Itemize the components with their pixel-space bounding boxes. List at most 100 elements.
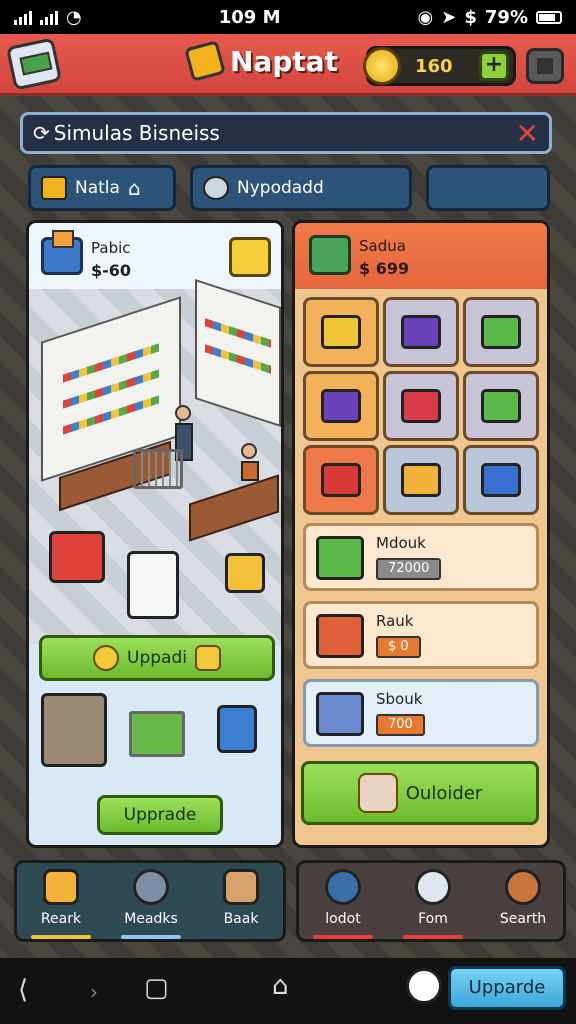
hammer-icon: [184, 40, 226, 82]
dock-label: Meadks: [124, 911, 178, 927]
battery-level: 79%: [484, 6, 528, 28]
tab-empty[interactable]: [426, 165, 550, 211]
coin-icon: [93, 645, 120, 671]
crate-icon: [43, 869, 79, 905]
dock-item-fom[interactable]: Fom: [393, 869, 473, 939]
item-value: 700: [376, 714, 425, 736]
grid-item[interactable]: [383, 371, 459, 441]
dock-item-meadks[interactable]: Meadks: [111, 869, 191, 939]
star-icon[interactable]: [229, 237, 271, 277]
cash-register-icon: [309, 235, 351, 275]
search-bar[interactable]: ⟳ Simulas Bisneiss ✕: [20, 112, 552, 154]
shopping-cart: [133, 449, 183, 489]
grid-item[interactable]: [383, 445, 459, 515]
search-text: Simulas Bisneiss: [53, 121, 220, 145]
top-header: Naptat 160 +: [0, 34, 576, 96]
inventory-panel: Sadua $ 699 Mdouk 72000 Rauk $ 0 Sbouk 7…: [292, 220, 550, 848]
dollar-icon: $: [464, 6, 477, 28]
upgrade-label-2: Upprade: [123, 805, 197, 825]
dock-item-searth[interactable]: Searth: [483, 869, 563, 939]
signal-icon: [14, 9, 32, 25]
item-name: Rauk: [376, 612, 414, 630]
grid-item[interactable]: [303, 371, 379, 441]
inventory-price: $ 699: [359, 259, 410, 278]
film-reel-icon[interactable]: [406, 968, 442, 1004]
dock-item-baak[interactable]: Baak: [201, 869, 281, 939]
item-card[interactable]: Rauk $ 0: [303, 601, 539, 669]
arcade-machine: [49, 531, 105, 583]
magnifier-icon: [325, 869, 361, 905]
clock: 109 M: [218, 6, 281, 28]
active-indicator: [403, 935, 463, 939]
main-action-button[interactable]: Ouloider: [301, 761, 539, 825]
grid-item[interactable]: [463, 445, 539, 515]
cash-icon: [316, 536, 364, 580]
signal-icon-2: [40, 9, 58, 25]
item-card[interactable]: Mdouk 72000: [303, 523, 539, 591]
grid-item[interactable]: [303, 445, 379, 515]
coin-counter: 160 +: [363, 46, 516, 86]
bulb-icon: [203, 176, 229, 200]
dock-label: lodot: [325, 911, 361, 927]
scroll-icon: [357, 773, 398, 813]
item-name: Sbouk: [376, 690, 423, 708]
bread-icon: [223, 869, 259, 905]
gift-box: [225, 553, 265, 593]
location-icon: ➤: [441, 6, 457, 28]
store-price: $-60: [91, 261, 132, 280]
lamp-icon: [133, 869, 169, 905]
grid-item[interactable]: [383, 297, 459, 367]
plane-icon: [415, 869, 451, 905]
back-icon[interactable]: ⟨: [18, 976, 28, 1004]
basket-icon: [316, 614, 364, 658]
house-icon: ⌂: [127, 176, 141, 200]
status-bar: ◔ 109 M ◉ ➤ $ 79%: [0, 0, 576, 34]
tab-nypodadd[interactable]: Nypodadd: [190, 165, 412, 211]
dock-label: Reark: [40, 911, 82, 927]
inventory-header: Sadua $ 699: [295, 223, 547, 289]
grid-item[interactable]: [463, 371, 539, 441]
coin-icon: [363, 47, 401, 85]
chevron-right-icon[interactable]: ›: [90, 978, 98, 1006]
upgrade-label: Uppadi: [127, 648, 187, 668]
produce-tray-icon: [316, 692, 364, 736]
fridge: [127, 551, 179, 619]
recent-apps-icon[interactable]: ▢: [144, 974, 169, 1002]
upgrade-button-2[interactable]: Upprade: [97, 795, 223, 835]
item-value: 72000: [376, 558, 442, 580]
compass-icon: [505, 869, 541, 905]
main-action-label: Ouloider: [405, 782, 483, 804]
checkout-table: [189, 474, 279, 542]
clerk: [241, 443, 259, 483]
item-name: Mdouk: [376, 534, 426, 552]
item-card[interactable]: Sbouk 700: [303, 679, 539, 747]
vending-machine: [217, 705, 257, 753]
grid-item[interactable]: [303, 297, 379, 367]
store-scene: [29, 279, 281, 645]
tab-label: Natla: [75, 178, 120, 198]
tab-natla[interactable]: Natla ⌂: [28, 165, 176, 211]
add-coins-button[interactable]: +: [479, 51, 509, 81]
upgrade-button[interactable]: Uppadi: [39, 635, 275, 681]
active-indicator: [31, 935, 91, 939]
upgrade-nav-button[interactable]: Upparde: [448, 966, 566, 1010]
dock-item-reark[interactable]: Reark: [21, 869, 101, 939]
close-icon[interactable]: ✕: [516, 117, 539, 150]
register-machine: [41, 693, 107, 767]
dock-item-lodot[interactable]: lodot: [303, 869, 383, 939]
shop-logo-icon[interactable]: [5, 37, 63, 91]
dock-right: lodot Fom Searth: [296, 860, 566, 942]
dock-label: Baak: [223, 911, 259, 927]
settings-button[interactable]: [526, 48, 564, 84]
item-value: $ 0: [376, 636, 421, 658]
battery-icon: [535, 10, 562, 24]
app-title: Naptat: [230, 44, 339, 78]
dock-label: Searth: [499, 911, 547, 927]
active-indicator: [121, 935, 181, 939]
inventory-name: Sadua: [359, 237, 406, 255]
home-icon[interactable]: ⌂: [272, 972, 289, 1000]
bell-icon: [194, 645, 221, 671]
grid-item[interactable]: [463, 297, 539, 367]
tab-label: Nypodadd: [237, 178, 324, 198]
coin-value: 160: [415, 55, 453, 77]
